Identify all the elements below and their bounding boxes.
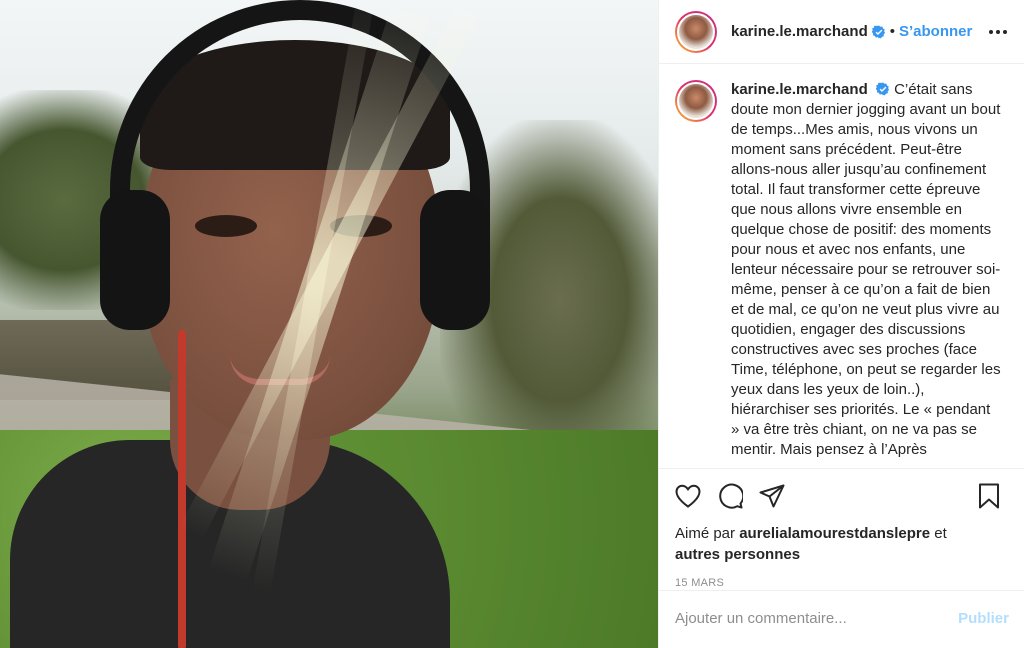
- caption-username[interactable]: karine.le.marchand: [731, 81, 868, 98]
- follow-button[interactable]: S’abonner: [899, 23, 972, 40]
- headphone-cable: [178, 330, 186, 648]
- instagram-post: karine.le.marchand • S’abonner karine.le…: [0, 0, 1024, 648]
- username[interactable]: karine.le.marchand: [731, 23, 868, 40]
- caption-text-block: karine.le.marchand C’était sans doute mo…: [731, 80, 1001, 468]
- post-photo[interactable]: [0, 0, 658, 648]
- caption-area: karine.le.marchand C’était sans doute mo…: [659, 64, 1024, 468]
- comment-bar: Publier: [659, 590, 1024, 646]
- comment-input[interactable]: [675, 610, 959, 627]
- caption-avatar[interactable]: [675, 80, 717, 122]
- comment-icon[interactable]: [717, 483, 743, 509]
- avatar[interactable]: [675, 10, 717, 53]
- publish-button[interactable]: Publier: [958, 610, 1009, 627]
- likes-summary: Aimé par aurelialamourestdanslepre et au…: [675, 523, 1008, 565]
- eye-left: [195, 215, 257, 237]
- separator-dot: •: [889, 23, 895, 40]
- liker-username[interactable]: aurelialamourestdanslepre: [739, 525, 930, 542]
- verified-badge-icon: [871, 25, 885, 38]
- post-date[interactable]: 15 MARS: [675, 577, 1008, 589]
- headphone-left: [100, 190, 170, 330]
- heart-icon[interactable]: [675, 483, 701, 509]
- post-sidebar: karine.le.marchand • S’abonner karine.le…: [658, 0, 1024, 648]
- likes-connector: et: [934, 525, 947, 542]
- headphone-right: [420, 190, 490, 330]
- post-actions: Aimé par aurelialamourestdanslepre et au…: [659, 468, 1024, 646]
- likes-prefix: Aimé par: [675, 525, 736, 542]
- post-header: karine.le.marchand • S’abonner: [659, 0, 1024, 64]
- bookmark-icon[interactable]: [976, 483, 1002, 509]
- more-options-icon[interactable]: [988, 22, 1008, 42]
- caption-text: C’était sans doute mon dernier jogging a…: [731, 81, 1001, 458]
- likes-others-link[interactable]: autres personnes: [675, 546, 800, 563]
- verified-badge-icon: [875, 82, 890, 96]
- action-icons: [675, 469, 1008, 523]
- share-icon[interactable]: [759, 483, 785, 509]
